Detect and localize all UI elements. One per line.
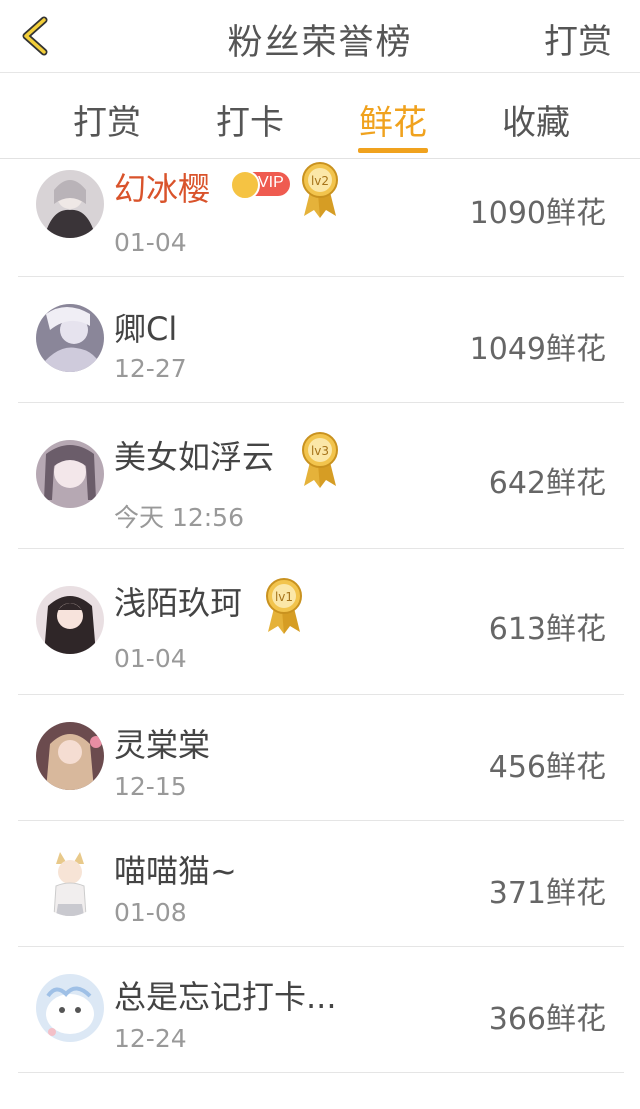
list-item[interactable]: 浅陌玖珂 lv1 01-04 613鲜花: [18, 548, 624, 695]
reward-button[interactable]: 打赏: [544, 14, 612, 63]
timestamp: 12-27: [114, 354, 187, 383]
list-item[interactable]: 幻冰樱 VIP lv2 01-04 1090鲜花: [18, 158, 624, 277]
user-name: 喵喵猫~: [114, 852, 237, 890]
flower-count: 613鲜花: [488, 612, 606, 647]
list-item[interactable]: 喵喵猫~ 01-08 371鲜花: [18, 820, 624, 947]
avatar: [36, 974, 104, 1042]
avatar: [36, 440, 104, 508]
level-medal-icon: lv3: [300, 432, 340, 488]
tab-favorites[interactable]: 收藏: [481, 95, 591, 144]
tab-checkin[interactable]: 打卡: [195, 95, 305, 144]
tab-flowers[interactable]: 鲜花: [338, 95, 448, 144]
tab-bar: 打赏 打卡 鲜花 收藏: [0, 73, 640, 159]
user-name: 浅陌玖珂: [114, 584, 243, 622]
avatar: [36, 848, 104, 916]
timestamp: 01-08: [114, 898, 187, 927]
user-name: 美女如浮云: [114, 438, 275, 476]
level-medal-icon: lv2: [300, 162, 340, 218]
crown-icon: [230, 170, 260, 200]
avatar: [36, 586, 104, 654]
list-item[interactable]: 卿Cl 12-27 1049鲜花: [18, 276, 624, 403]
flower-count: 1049鲜花: [469, 332, 606, 367]
timestamp: 01-04: [114, 228, 187, 257]
user-name: 灵棠棠: [114, 726, 211, 764]
list-item[interactable]: 灵棠棠 12-15 456鲜花: [18, 694, 624, 821]
vip-badge: VIP: [230, 170, 290, 200]
timestamp: 今天 12:56: [114, 503, 244, 532]
list-item[interactable]: 美女如浮云 lv3 今天 12:56 642鲜花: [18, 402, 624, 549]
timestamp: 12-24: [114, 1024, 187, 1053]
avatar: [36, 170, 104, 238]
flower-count: 366鲜花: [488, 1002, 606, 1037]
flower-count: 371鲜花: [488, 876, 606, 911]
top-bar: 粉丝荣誉榜 打赏: [0, 0, 640, 73]
list-item[interactable]: 总是忘记打卡... 12-24 366鲜花: [18, 946, 624, 1073]
svg-text:lv2: lv2: [311, 174, 329, 188]
flower-count: 1090鲜花: [469, 196, 606, 231]
avatar: [36, 304, 104, 372]
user-name: 幻冰樱: [114, 170, 211, 208]
svg-text:lv3: lv3: [311, 444, 329, 458]
timestamp: 12-15: [114, 772, 187, 801]
svg-text:lv1: lv1: [275, 590, 293, 604]
level-medal-icon: lv1: [264, 578, 304, 634]
active-tab-indicator: [358, 148, 428, 153]
tab-reward[interactable]: 打赏: [52, 95, 162, 144]
avatar: [36, 722, 104, 790]
flower-count: 456鲜花: [488, 750, 606, 785]
user-name: 卿Cl: [114, 310, 178, 348]
flower-count: 642鲜花: [488, 466, 606, 501]
user-name: 总是忘记打卡...: [114, 978, 337, 1016]
timestamp: 01-04: [114, 644, 187, 673]
